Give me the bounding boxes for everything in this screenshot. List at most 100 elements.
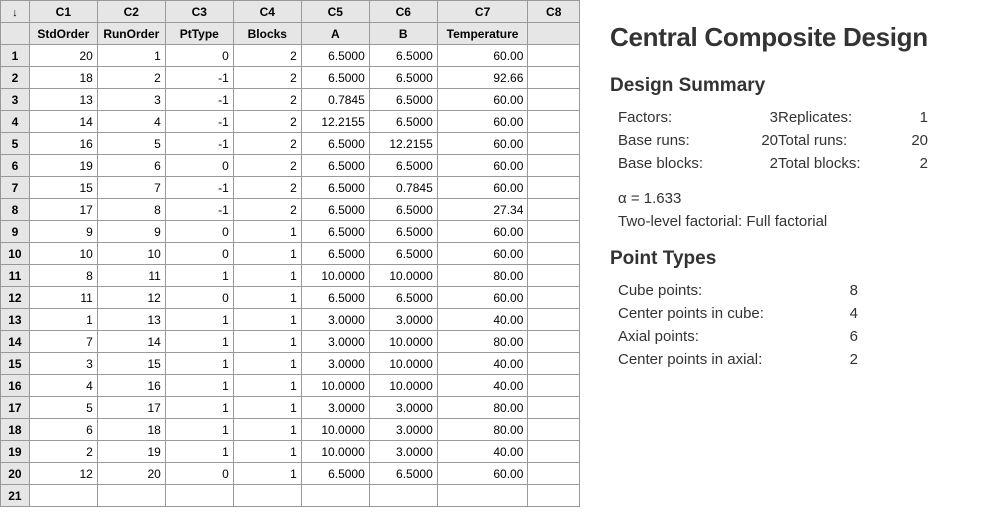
- subheader-a[interactable]: A: [301, 23, 369, 45]
- cell[interactable]: 60.00: [437, 463, 528, 485]
- col-header-c1[interactable]: C1: [29, 1, 97, 23]
- cell[interactable]: -1: [165, 177, 233, 199]
- cell[interactable]: [528, 309, 580, 331]
- row-header[interactable]: 1: [1, 45, 30, 67]
- cell[interactable]: 1: [233, 375, 301, 397]
- cell[interactable]: -1: [165, 89, 233, 111]
- cell[interactable]: 10.0000: [369, 331, 437, 353]
- cell[interactable]: 3.0000: [301, 309, 369, 331]
- cell[interactable]: 4: [97, 111, 165, 133]
- cell[interactable]: 10.0000: [301, 419, 369, 441]
- cell[interactable]: 1: [233, 397, 301, 419]
- cell[interactable]: 1: [233, 331, 301, 353]
- cell[interactable]: 17: [29, 199, 97, 221]
- cell[interactable]: 6.5000: [369, 45, 437, 67]
- cell[interactable]: [369, 485, 437, 507]
- cell[interactable]: 40.00: [437, 375, 528, 397]
- cell[interactable]: 1: [233, 243, 301, 265]
- cell[interactable]: 7: [29, 331, 97, 353]
- cell[interactable]: [97, 485, 165, 507]
- subheader-runorder[interactable]: RunOrder: [97, 23, 165, 45]
- row-header[interactable]: 7: [1, 177, 30, 199]
- col-header-c4[interactable]: C4: [233, 1, 301, 23]
- cell[interactable]: 60.00: [437, 111, 528, 133]
- cell[interactable]: 14: [97, 331, 165, 353]
- cell[interactable]: 10: [29, 243, 97, 265]
- cell[interactable]: 60.00: [437, 45, 528, 67]
- cell[interactable]: [528, 353, 580, 375]
- row-header[interactable]: 12: [1, 287, 30, 309]
- row-header[interactable]: 18: [1, 419, 30, 441]
- cell[interactable]: 8: [97, 199, 165, 221]
- cell[interactable]: -1: [165, 199, 233, 221]
- row-header[interactable]: 9: [1, 221, 30, 243]
- cell[interactable]: 6.5000: [369, 89, 437, 111]
- cell[interactable]: 6.5000: [301, 287, 369, 309]
- cell[interactable]: [528, 485, 580, 507]
- cell[interactable]: [528, 397, 580, 419]
- row-header[interactable]: 10: [1, 243, 30, 265]
- cell[interactable]: 6.5000: [301, 199, 369, 221]
- subheader-pttype[interactable]: PtType: [165, 23, 233, 45]
- cell[interactable]: [528, 155, 580, 177]
- cell[interactable]: 11: [97, 265, 165, 287]
- cell[interactable]: [528, 111, 580, 133]
- cell[interactable]: 16: [29, 133, 97, 155]
- cell[interactable]: 2: [233, 155, 301, 177]
- cell[interactable]: 4: [29, 375, 97, 397]
- cell[interactable]: 2: [233, 89, 301, 111]
- cell[interactable]: 60.00: [437, 133, 528, 155]
- cell[interactable]: 16: [97, 375, 165, 397]
- cell[interactable]: 12: [29, 463, 97, 485]
- cell[interactable]: 0: [165, 243, 233, 265]
- cell[interactable]: 60.00: [437, 221, 528, 243]
- cell[interactable]: 80.00: [437, 331, 528, 353]
- cell[interactable]: 60.00: [437, 243, 528, 265]
- cell[interactable]: 3.0000: [369, 397, 437, 419]
- col-header-c8[interactable]: C8: [528, 1, 580, 23]
- cell[interactable]: 3: [29, 353, 97, 375]
- row-header[interactable]: 11: [1, 265, 30, 287]
- cell[interactable]: 3.0000: [369, 419, 437, 441]
- row-header[interactable]: 21: [1, 485, 30, 507]
- cell[interactable]: 6.5000: [301, 463, 369, 485]
- row-header[interactable]: 19: [1, 441, 30, 463]
- cell[interactable]: 6.5000: [369, 199, 437, 221]
- cell[interactable]: 6: [97, 155, 165, 177]
- cell[interactable]: 6.5000: [301, 155, 369, 177]
- cell[interactable]: 6.5000: [369, 221, 437, 243]
- cell[interactable]: [233, 485, 301, 507]
- cell[interactable]: 60.00: [437, 89, 528, 111]
- cell[interactable]: 20: [29, 45, 97, 67]
- row-header[interactable]: 16: [1, 375, 30, 397]
- cell[interactable]: 6.5000: [301, 133, 369, 155]
- cell[interactable]: [528, 89, 580, 111]
- cell[interactable]: 12.2155: [301, 111, 369, 133]
- cell[interactable]: 20: [97, 463, 165, 485]
- cell[interactable]: [528, 265, 580, 287]
- cell[interactable]: 1: [233, 441, 301, 463]
- row-header[interactable]: 13: [1, 309, 30, 331]
- row-header[interactable]: 20: [1, 463, 30, 485]
- cell[interactable]: 3: [97, 89, 165, 111]
- cell[interactable]: 0: [165, 155, 233, 177]
- cell[interactable]: 18: [29, 67, 97, 89]
- cell[interactable]: 1: [97, 45, 165, 67]
- cell[interactable]: -1: [165, 111, 233, 133]
- cell[interactable]: [165, 485, 233, 507]
- row-header[interactable]: 8: [1, 199, 30, 221]
- cell[interactable]: [528, 463, 580, 485]
- cell[interactable]: 9: [29, 221, 97, 243]
- col-header-c2[interactable]: C2: [97, 1, 165, 23]
- cell[interactable]: 6.5000: [301, 221, 369, 243]
- cell[interactable]: 40.00: [437, 353, 528, 375]
- cell[interactable]: 2: [233, 67, 301, 89]
- row-header[interactable]: 4: [1, 111, 30, 133]
- cell[interactable]: 0: [165, 221, 233, 243]
- cell[interactable]: 5: [29, 397, 97, 419]
- cell[interactable]: [528, 243, 580, 265]
- cell[interactable]: 40.00: [437, 441, 528, 463]
- cell[interactable]: [301, 485, 369, 507]
- cell[interactable]: 13: [29, 89, 97, 111]
- cell[interactable]: [528, 133, 580, 155]
